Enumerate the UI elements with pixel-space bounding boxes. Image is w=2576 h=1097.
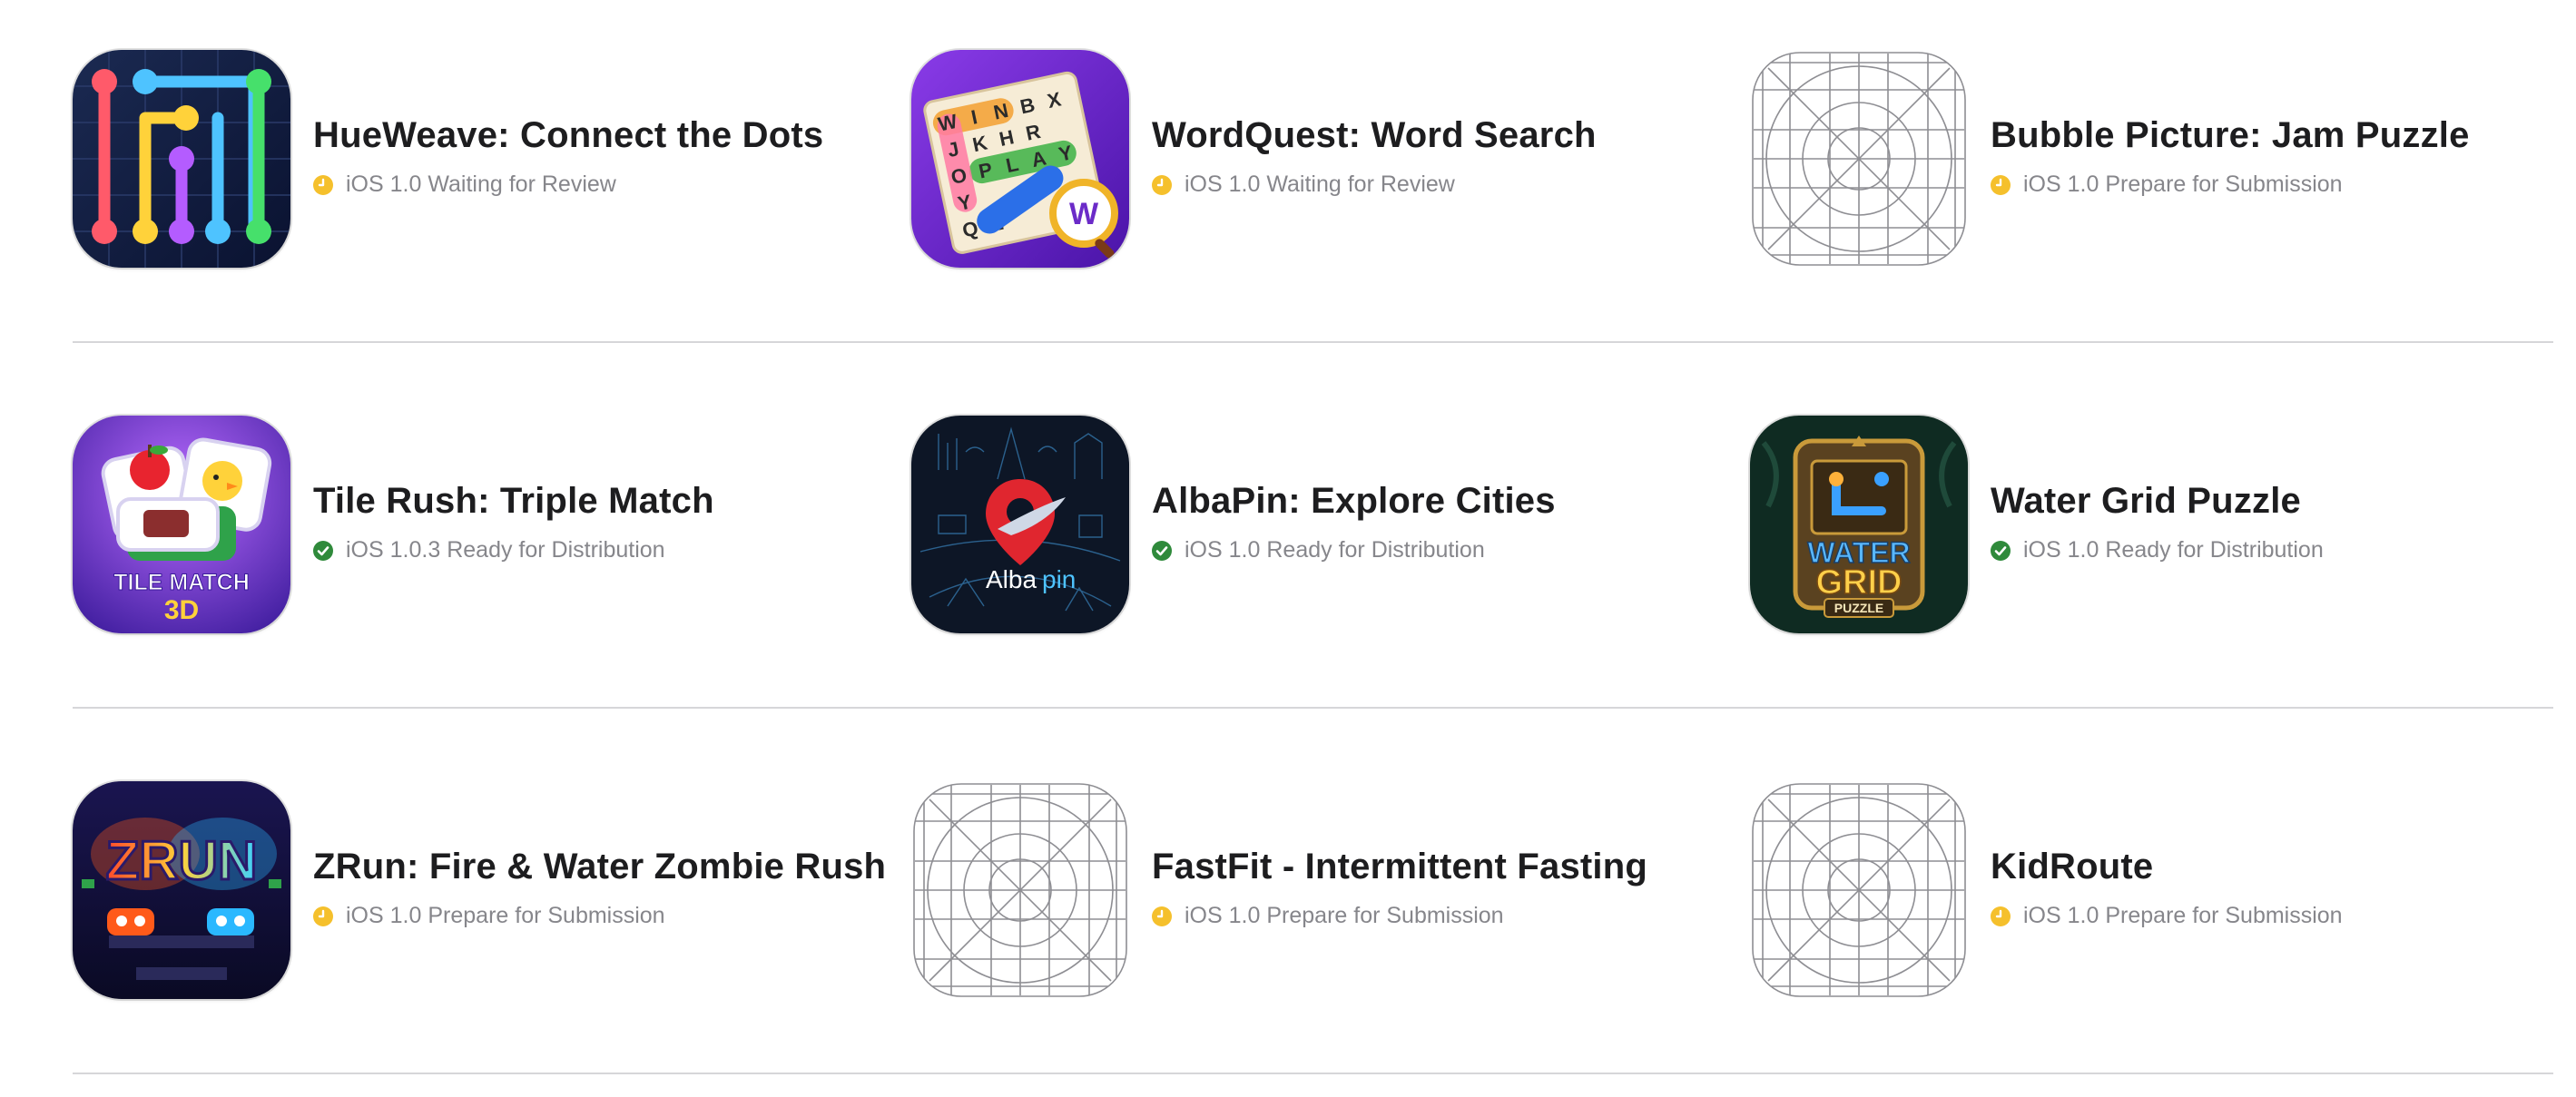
tile-rush-icon-text: 3D [164,595,199,625]
app-platform: iOS [1185,171,1223,197]
app-version: 1.0 [2067,903,2099,928]
tile-rush-icon[interactable]: TILE MATCH 3D [73,416,290,633]
albapin-icon-text: Alba [986,565,1037,593]
app-platform: iOS [346,903,384,928]
app-title[interactable]: FastFit - Intermittent Fasting [1152,847,1647,887]
app-status: iOS 1.0 Waiting for Review [313,171,616,198]
placeholder-icon[interactable] [1750,781,1968,999]
zrun-icon-text: ZRUN [106,830,258,891]
app-version: 1.0 [2067,171,2099,197]
wordquest-icon[interactable]: WINBXJKHROPLAYYTQZ W [911,50,1129,268]
app-platform: iOS [346,537,384,563]
app-version: 1.0 [1228,171,1261,197]
app-version: 1.0 [389,171,422,197]
app-status: iOS 1.0 Ready for Distribution [1991,537,2324,563]
app-status-label: Waiting for Review [1266,171,1455,197]
app-platform: iOS [2023,537,2061,563]
app-title[interactable]: Tile Rush: Triple Match [313,481,714,522]
row-divider [73,1073,2553,1074]
app-title[interactable]: ZRun: Fire & Water Zombie Rush [313,847,886,887]
clock-status-icon [313,174,333,195]
apps-row: TILE MATCH 3D Tile Rush: Triple Match iO… [0,366,2576,731]
app-version: 1.0 [389,903,422,928]
app-status-label: Ready for Distribution [1266,537,1485,563]
app-title[interactable]: Bubble Picture: Jam Puzzle [1991,115,2470,156]
app-title[interactable]: WordQuest: Word Search [1152,115,1597,156]
water-grid-icon[interactable]: WATER GRID PUZZLE [1750,416,1968,633]
app-version: 1.0 [1228,903,1261,928]
app-card[interactable]: WATER GRID PUZZLE Water Grid Puzzle iOS … [1750,416,2567,633]
zrun-icon[interactable]: ZRUN [73,781,290,999]
app-status: iOS 1.0 Prepare for Submission [1991,903,2343,929]
app-card[interactable]: Bubble Picture: Jam Puzzle iOS 1.0 Prepa… [1750,50,2567,268]
app-status-label: Prepare for Submission [2105,903,2343,928]
app-platform: iOS [1185,903,1223,928]
tile-rush-icon-text: TILE MATCH [113,570,250,595]
app-platform: iOS [346,171,384,197]
app-title[interactable]: KidRoute [1991,847,2153,887]
app-status-label: Ready for Distribution [2105,537,2324,563]
app-card[interactable]: Alba pin AlbaPin: Explore Cities iOS 1.0… [911,416,1728,633]
clock-status-icon [1991,174,2011,195]
placeholder-icon[interactable] [1750,50,1968,268]
app-status-label: Ready for Distribution [447,537,665,563]
app-card[interactable]: HueWeave: Connect the Dots iOS 1.0 Waiti… [73,50,890,268]
app-status-label: Prepare for Submission [1266,903,1504,928]
app-status-label: Waiting for Review [428,171,616,197]
app-platform: iOS [2023,903,2061,928]
app-card[interactable]: ZRUN ZRun: Fire & Water Zombie Rush iOS … [73,781,890,999]
apps-row: HueWeave: Connect the Dots iOS 1.0 Waiti… [0,0,2576,366]
app-status: iOS 1.0 Prepare for Submission [1152,903,1504,929]
row-divider [73,341,2553,343]
app-status: iOS 1.0.3 Ready for Distribution [313,537,665,563]
svg-text:W: W [1069,197,1099,231]
water-grid-icon-text: PUZZLE [1834,601,1883,615]
app-status-label: Prepare for Submission [428,903,665,928]
app-title[interactable]: HueWeave: Connect the Dots [313,115,823,156]
app-version: 1.0.3 [389,537,441,563]
app-card[interactable]: KidRoute iOS 1.0 Prepare for Submission [1750,781,2567,999]
albapin-icon[interactable]: Alba pin [911,416,1129,633]
apps-grid: HueWeave: Connect the Dots iOS 1.0 Waiti… [0,0,2576,1087]
app-version: 1.0 [1228,537,1261,563]
app-status: iOS 1.0 Prepare for Submission [1991,171,2343,198]
clock-status-icon [313,906,333,926]
app-status: iOS 1.0 Prepare for Submission [313,903,665,929]
app-card[interactable]: WINBXJKHROPLAYYTQZ W WordQuest: Word Sea… [911,50,1728,268]
water-grid-icon-text: GRID [1816,563,1903,602]
app-version: 1.0 [2067,537,2099,563]
app-status-label: Prepare for Submission [2105,171,2343,197]
checkmark-status-icon [1152,540,1172,561]
placeholder-icon[interactable] [911,781,1129,999]
app-platform: iOS [2023,171,2061,197]
albapin-icon-text: pin [1042,565,1076,593]
app-card[interactable]: FastFit - Intermittent Fasting iOS 1.0 P… [911,781,1728,999]
checkmark-status-icon [313,540,333,561]
row-divider [73,707,2553,709]
apps-row: ZRUN ZRun: Fire & Water Zombie Rush iOS … [0,731,2576,1097]
app-title[interactable]: Water Grid Puzzle [1991,481,2301,522]
app-platform: iOS [1185,537,1223,563]
app-status: iOS 1.0 Waiting for Review [1152,171,1455,198]
checkmark-status-icon [1991,540,2011,561]
hueweave-icon[interactable] [73,50,290,268]
app-title[interactable]: AlbaPin: Explore Cities [1152,481,1556,522]
app-status: iOS 1.0 Ready for Distribution [1152,537,1485,563]
clock-status-icon [1152,174,1172,195]
app-card[interactable]: TILE MATCH 3D Tile Rush: Triple Match iO… [73,416,890,633]
clock-status-icon [1991,906,2011,926]
clock-status-icon [1152,906,1172,926]
